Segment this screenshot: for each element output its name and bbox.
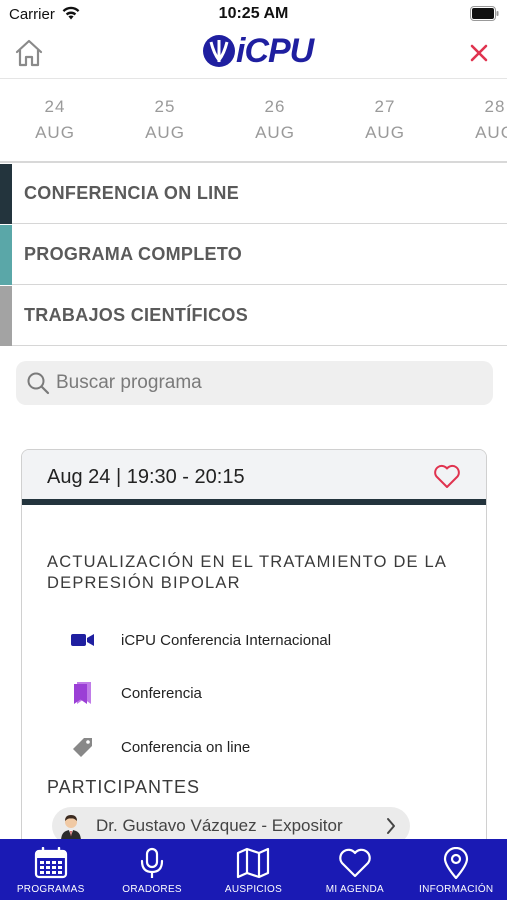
date-tab-day: 27 xyxy=(374,97,396,116)
tab-label: AUSPICIOS xyxy=(224,884,283,895)
search-input[interactable] xyxy=(56,363,476,403)
tab-programas[interactable]: PROGRAMAS xyxy=(0,839,101,900)
date-tab-24[interactable]: 24 AUG xyxy=(0,80,110,161)
event-card-header: Aug 24 | 19:30 - 20:15 xyxy=(22,450,486,505)
search-bar xyxy=(16,361,493,405)
tab-informacion[interactable]: INFORMACIÓN xyxy=(406,839,507,900)
event-detail-text: iCPU Conferencia Internacional xyxy=(121,631,332,649)
date-tab-27[interactable]: 27 AUG xyxy=(330,80,440,161)
tab-label: INFORMACIÓN xyxy=(419,884,494,895)
menu-trabajos-cientificos[interactable]: TRABAJOS CIENTÍFICOS xyxy=(0,286,507,346)
date-tab-28[interactable]: 28 AUG xyxy=(440,80,507,161)
location-pin-icon xyxy=(406,846,507,880)
date-tab-25[interactable]: 25 AUG xyxy=(110,80,220,161)
calendar-icon xyxy=(0,846,101,880)
date-tab-day: 25 xyxy=(154,97,176,116)
menu-programa-completo[interactable]: PROGRAMA COMPLETO xyxy=(0,225,507,285)
date-tab-month: AUG xyxy=(35,123,75,142)
tab-mi-agenda[interactable]: MI AGENDA xyxy=(304,839,405,900)
event-detail-row: iCPU Conferencia Internacional xyxy=(70,625,331,655)
participant-name: Dr. Gustavo Vázquez - Expositor xyxy=(96,816,343,835)
category-color-bar xyxy=(0,164,12,224)
search-icon xyxy=(24,369,52,397)
category-color-bar xyxy=(0,286,12,346)
menu-label: TRABAJOS CIENTÍFICOS xyxy=(24,305,249,325)
tab-oradores[interactable]: ORADORES xyxy=(101,839,202,900)
event-detail-row: Conferencia on line xyxy=(70,732,250,762)
menu-label: CONFERENCIA ON LINE xyxy=(24,183,240,203)
battery-icon xyxy=(470,6,499,21)
close-button[interactable] xyxy=(463,37,495,69)
logo-emblem-icon xyxy=(203,35,235,67)
app-logo: iCPU xyxy=(202,31,314,70)
video-camera-icon xyxy=(70,627,96,653)
tab-label: MI AGENDA xyxy=(325,884,384,895)
app-header: iCPU xyxy=(0,28,507,79)
date-tab-month: AUG xyxy=(145,123,185,142)
date-tab-day: 24 xyxy=(44,97,66,116)
date-tab-month: AUG xyxy=(255,123,295,142)
menu-label: PROGRAMA COMPLETO xyxy=(24,244,243,264)
logo-text: iCPU xyxy=(236,31,314,70)
event-detail-row: Conferencia xyxy=(70,678,202,708)
close-icon xyxy=(470,44,488,62)
home-icon xyxy=(15,39,43,67)
menu-conferencia-online[interactable]: CONFERENCIA ON LINE xyxy=(0,164,507,224)
chevron-right-icon xyxy=(387,818,395,834)
event-detail-text: Conferencia on line xyxy=(121,738,251,756)
event-card[interactable]: Aug 24 | 19:30 - 20:15 ACTUALIZACIÓN EN … xyxy=(21,449,487,869)
date-tab-day: 26 xyxy=(264,97,286,116)
map-icon xyxy=(203,846,304,880)
bottom-tab-bar: PROGRAMAS ORADORES AUSPICIOS MI AGENDA I… xyxy=(0,839,507,900)
home-button[interactable] xyxy=(12,36,46,70)
participants-title: PARTICIPANTES xyxy=(47,777,201,797)
date-tab-day: 28 xyxy=(484,97,506,116)
microphone-icon xyxy=(101,846,202,880)
category-color-bar xyxy=(0,225,12,285)
clock: 10:25 AM xyxy=(218,5,289,22)
date-tab-26[interactable]: 26 AUG xyxy=(220,80,330,161)
event-detail-text: Conferencia xyxy=(121,684,202,702)
tag-icon xyxy=(70,734,96,760)
date-tabs: 24 AUG 25 AUG 26 AUG 27 AUG 28 AUG xyxy=(0,80,507,163)
event-title: ACTUALIZACIÓN EN EL TRATAMIENTO DE LA DE… xyxy=(47,553,447,592)
event-time: Aug 24 | 19:30 - 20:15 xyxy=(47,466,245,488)
bookmark-icon xyxy=(70,680,96,706)
tab-auspicios[interactable]: AUSPICIOS xyxy=(203,839,304,900)
status-bar: Carrier 10:25 AM xyxy=(0,0,507,28)
date-tab-month: AUG xyxy=(475,123,507,142)
date-tab-month: AUG xyxy=(365,123,405,142)
tab-label: ORADORES xyxy=(122,884,182,895)
avatar-icon xyxy=(61,815,81,841)
favorite-heart-icon[interactable] xyxy=(432,461,462,491)
tab-label: PROGRAMAS xyxy=(16,884,85,895)
heart-icon xyxy=(304,846,405,880)
